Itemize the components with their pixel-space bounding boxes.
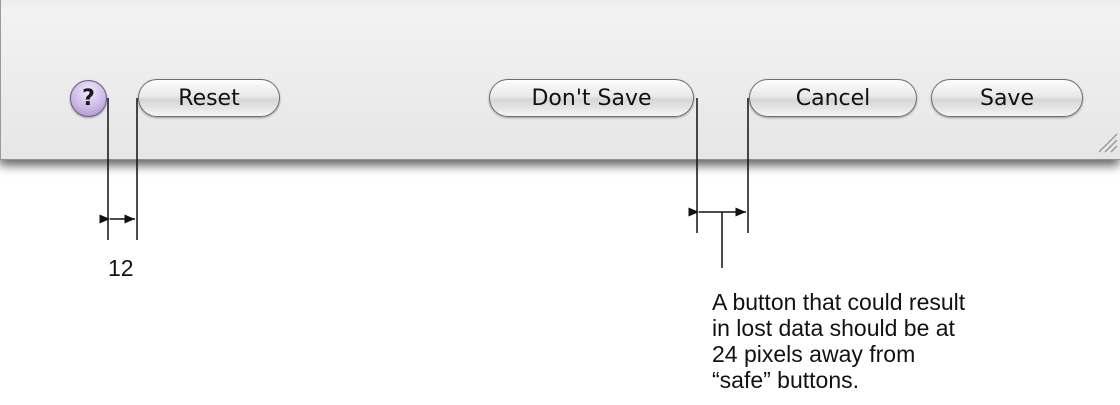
spacing-24-indicator (688, 98, 749, 268)
callout-line: 24 pixels away from (712, 341, 916, 367)
spacing-12-label: 12 (108, 255, 134, 281)
callout-line: A button that could result (712, 289, 966, 315)
callout-line: in lost data should be at (712, 315, 955, 341)
spacing-callout-text: A button that could result in lost data … (712, 289, 1072, 393)
spacing-12-indicator (99, 98, 138, 240)
callout-line: “safe” buttons. (712, 367, 860, 393)
